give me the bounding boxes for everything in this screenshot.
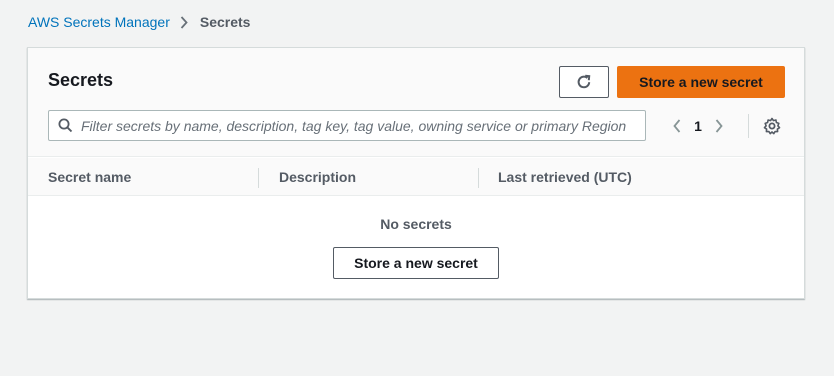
column-separator xyxy=(478,168,479,188)
table-header: Secret name Description Last retrieved (… xyxy=(28,158,804,196)
secrets-panel: Secrets Store a new secret Filter secret… xyxy=(27,47,805,299)
column-header-last-retrieved[interactable]: Last retrieved (UTC) xyxy=(498,158,632,196)
refresh-icon xyxy=(575,73,593,91)
column-header-description[interactable]: Description xyxy=(279,158,356,196)
search-field[interactable] xyxy=(48,110,646,141)
search-input[interactable] xyxy=(81,111,645,140)
prev-page-button[interactable] xyxy=(666,114,688,138)
pagination: 1 xyxy=(666,114,730,138)
chevron-right-icon xyxy=(180,15,188,29)
panel-title: Secrets xyxy=(48,70,114,90)
page-number[interactable]: 1 xyxy=(688,118,708,134)
chevron-left-icon xyxy=(673,119,681,133)
breadcrumb-link-secrets-manager[interactable]: AWS Secrets Manager xyxy=(28,14,170,30)
gear-icon xyxy=(763,117,781,135)
pager-divider xyxy=(748,114,749,138)
breadcrumb-current: Secrets xyxy=(199,14,251,30)
panel-header: Secrets Store a new secret Filter secret… xyxy=(28,48,804,157)
chevron-right-icon xyxy=(715,119,723,133)
column-separator xyxy=(258,168,259,188)
empty-state-text: No secrets xyxy=(380,216,452,232)
refresh-button[interactable] xyxy=(559,66,609,98)
preferences-button[interactable] xyxy=(761,115,783,137)
next-page-button[interactable] xyxy=(708,114,730,138)
column-header-secret-name[interactable]: Secret name xyxy=(48,158,131,196)
empty-state-store-secret-button[interactable]: Store a new secret xyxy=(333,247,499,279)
store-new-secret-button[interactable]: Store a new secret xyxy=(617,66,785,98)
breadcrumb: AWS Secrets Manager Secrets xyxy=(28,13,250,31)
search-icon xyxy=(58,118,73,133)
